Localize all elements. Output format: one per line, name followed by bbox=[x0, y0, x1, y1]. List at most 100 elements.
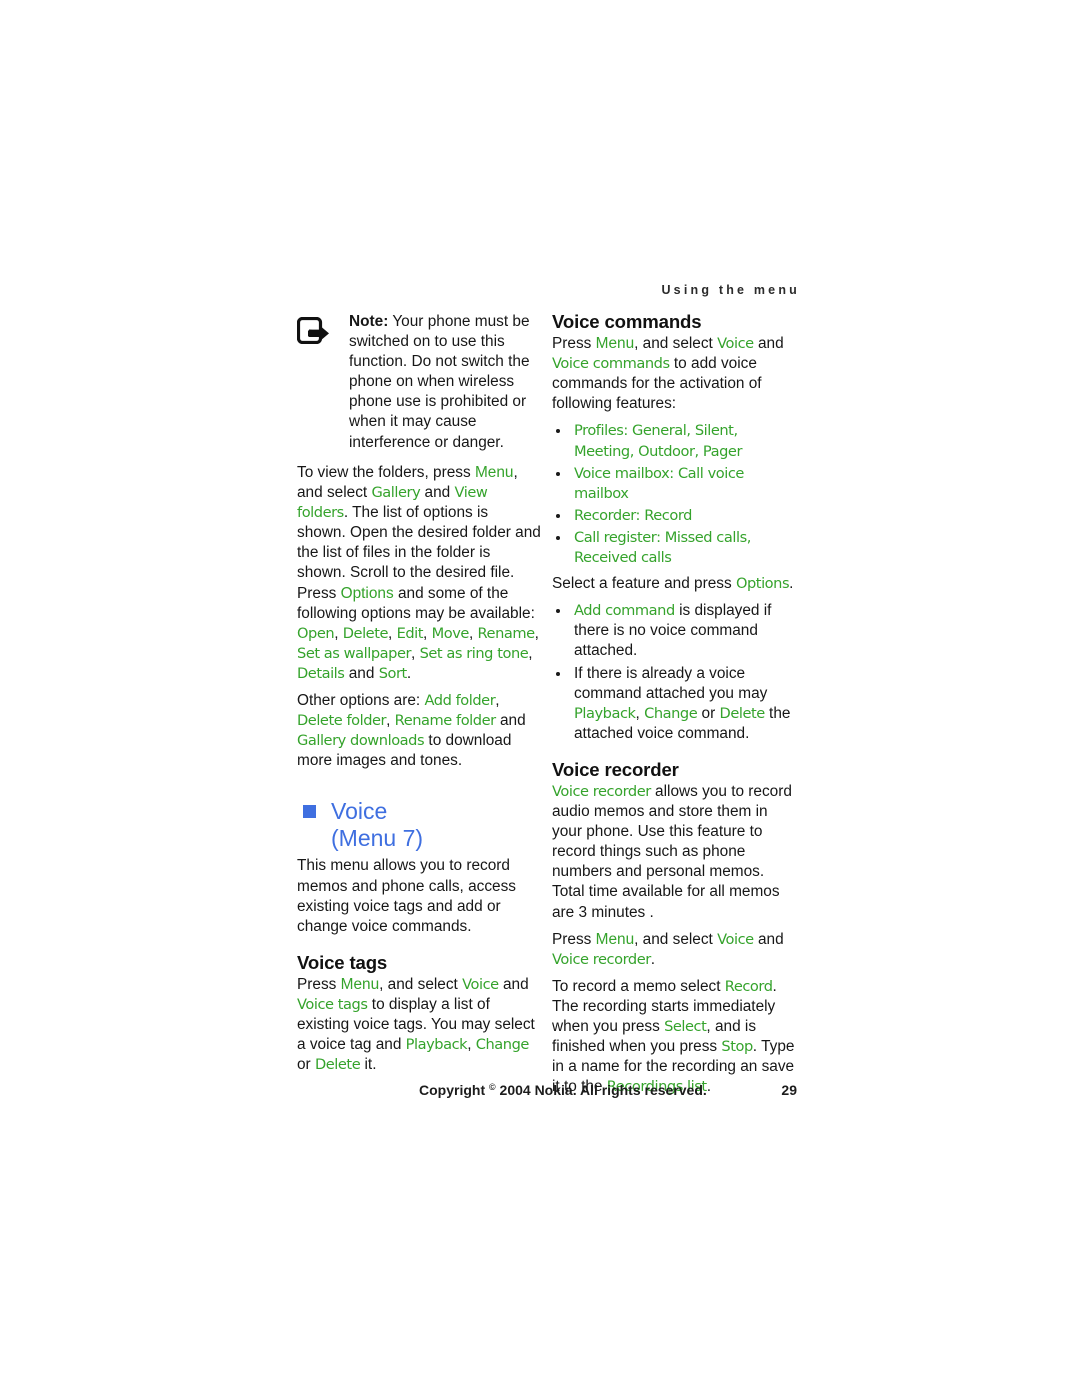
feature-call-register: Call register bbox=[574, 528, 657, 546]
sep: , bbox=[629, 442, 639, 460]
term-record: Record bbox=[724, 977, 773, 995]
bullet-dot-icon bbox=[556, 671, 560, 676]
feature-profiles: Profiles bbox=[574, 422, 624, 440]
chapter-intro: This menu allows you to record memos and… bbox=[297, 857, 517, 935]
term-voice-commands: Voice commands bbox=[552, 355, 670, 373]
heading-voice-commands: Voice commands bbox=[552, 311, 702, 332]
term-voice: Voice bbox=[717, 335, 754, 353]
feature-meeting: Meeting bbox=[574, 442, 630, 460]
term-set-as-wallpaper: Set as wallpaper bbox=[297, 644, 412, 662]
text-frag: , bbox=[468, 624, 478, 642]
copyright-rest: 2004 Nokia. All rights reserved. bbox=[499, 1082, 707, 1098]
registered-mark-icon: © bbox=[489, 1082, 496, 1092]
sep: : bbox=[623, 422, 633, 440]
note-block: Note: Your phone must be switched on to … bbox=[297, 312, 541, 462]
text-frag: , bbox=[534, 624, 539, 642]
term-set-as-ring-tone: Set as ring tone bbox=[419, 644, 529, 662]
term-stop: Stop bbox=[721, 1038, 753, 1056]
voice-commands-intro: Press Menu, and select Voice and Voice c… bbox=[552, 334, 796, 414]
other-options-paragraph: Other options are: Add folder, Delete fo… bbox=[297, 691, 541, 771]
text-frag: Press bbox=[552, 930, 596, 948]
voice-recorder-paragraph-3: To record a memo select Record. The reco… bbox=[552, 977, 796, 1098]
text-frag: To view the folders, press bbox=[297, 464, 475, 481]
text-frag: and bbox=[753, 930, 784, 948]
text-frag: . bbox=[789, 575, 794, 593]
heading-voice-recorder: Voice recorder bbox=[552, 758, 679, 780]
term-menu: Menu bbox=[595, 335, 635, 353]
text-frag: , bbox=[423, 624, 432, 642]
feature-general: General bbox=[632, 422, 687, 440]
text-frag: , bbox=[528, 644, 533, 662]
term-delete: Delete bbox=[314, 1056, 361, 1074]
text-frag: and bbox=[495, 712, 526, 730]
term-gallery: Gallery bbox=[371, 484, 421, 502]
sep: : bbox=[635, 506, 645, 524]
voice-recorder-paragraph-1: Voice recorder allows you to record audi… bbox=[552, 782, 796, 923]
running-header: Using the menu bbox=[661, 283, 800, 297]
text-frag: Select a feature and press bbox=[552, 575, 736, 593]
text-frag: , bbox=[388, 624, 397, 642]
bullet-dot-icon bbox=[556, 513, 560, 518]
list-item: Call register: Missed calls, Received ca… bbox=[552, 528, 796, 568]
page-number: 29 bbox=[781, 1082, 797, 1098]
text-frag: If there is already a voice command atta… bbox=[574, 664, 768, 702]
list-item: Voice mailbox: Call voice mailbox bbox=[552, 464, 796, 504]
text-frag: , bbox=[411, 644, 420, 662]
term-rename: Rename bbox=[477, 624, 536, 642]
term-options: Options bbox=[735, 575, 790, 593]
chapter-menu-ref: (Menu 7) bbox=[331, 825, 424, 852]
text-frag: or bbox=[297, 1056, 315, 1074]
text-frag: . bbox=[706, 1078, 711, 1096]
term-menu: Menu bbox=[474, 464, 514, 481]
term-menu: Menu bbox=[340, 975, 380, 993]
voice-recorder-paragraph-2: Press Menu, and select Voice and Voice r… bbox=[552, 930, 796, 970]
text-frag: and bbox=[344, 664, 379, 682]
term-voice: Voice bbox=[462, 975, 499, 993]
note-body: Your phone must be switched on to use th… bbox=[349, 313, 530, 451]
blue-square-bullet-icon bbox=[303, 805, 316, 819]
note-label: Note: bbox=[349, 313, 389, 330]
term-gallery-downloads: Gallery downloads bbox=[297, 732, 425, 750]
text-frag: To record a memo select bbox=[552, 977, 725, 995]
sep: : bbox=[656, 528, 665, 546]
manual-page: Using the menu Note: Your phone must be … bbox=[0, 0, 1080, 1397]
feature-received-calls: Received calls bbox=[574, 549, 672, 567]
left-column: Note: Your phone must be switched on to … bbox=[297, 312, 541, 1082]
text-frag: Other options are: bbox=[297, 692, 425, 710]
text-frag: , bbox=[386, 712, 395, 730]
text-frag: , bbox=[495, 692, 500, 710]
list-item: Recorder: Record bbox=[552, 506, 796, 526]
text-frag: and bbox=[753, 335, 784, 353]
sep: , bbox=[746, 528, 752, 546]
sep: , bbox=[694, 442, 703, 460]
voice-command-notes-list: Add command is displayed if there is no … bbox=[552, 601, 796, 744]
bullet-dot-icon bbox=[556, 429, 560, 434]
text-frag: and bbox=[420, 484, 455, 502]
text-frag: Press bbox=[297, 975, 341, 993]
term-playback: Playback bbox=[574, 704, 636, 722]
text-frag: . bbox=[650, 950, 656, 968]
term-voice-recorder: Voice recorder bbox=[552, 782, 651, 800]
term-menu: Menu bbox=[595, 930, 635, 948]
text-frag: and bbox=[498, 975, 529, 993]
term-playback: Playback bbox=[405, 1036, 468, 1054]
term-details: Details bbox=[297, 664, 345, 682]
list-item: Profiles: General, Silent, Meeting, Outd… bbox=[552, 421, 796, 461]
term-add-folder: Add folder bbox=[424, 692, 496, 710]
feature-recorder: Recorder bbox=[574, 506, 636, 524]
copyright-word: Copyright bbox=[419, 1082, 486, 1098]
term-add-command: Add command bbox=[574, 602, 675, 620]
list-item: Add command is displayed if there is no … bbox=[552, 601, 796, 661]
feature-outdoor: Outdoor bbox=[638, 442, 695, 460]
heading-voice-tags: Voice tags bbox=[297, 951, 388, 973]
chapter-heading-voice: Voice (Menu 7) bbox=[297, 798, 541, 852]
text-frag: Press bbox=[552, 335, 596, 353]
list-item: If there is already a voice command atta… bbox=[552, 664, 796, 744]
term-voice: Voice bbox=[717, 930, 754, 948]
feature-pager: Pager bbox=[702, 442, 743, 460]
text-frag: , bbox=[334, 624, 343, 642]
term-select: Select bbox=[664, 1018, 707, 1035]
text-frag: it. bbox=[360, 1056, 377, 1074]
text-frag: , and select bbox=[634, 335, 718, 353]
text-frag: , and select bbox=[634, 930, 718, 948]
